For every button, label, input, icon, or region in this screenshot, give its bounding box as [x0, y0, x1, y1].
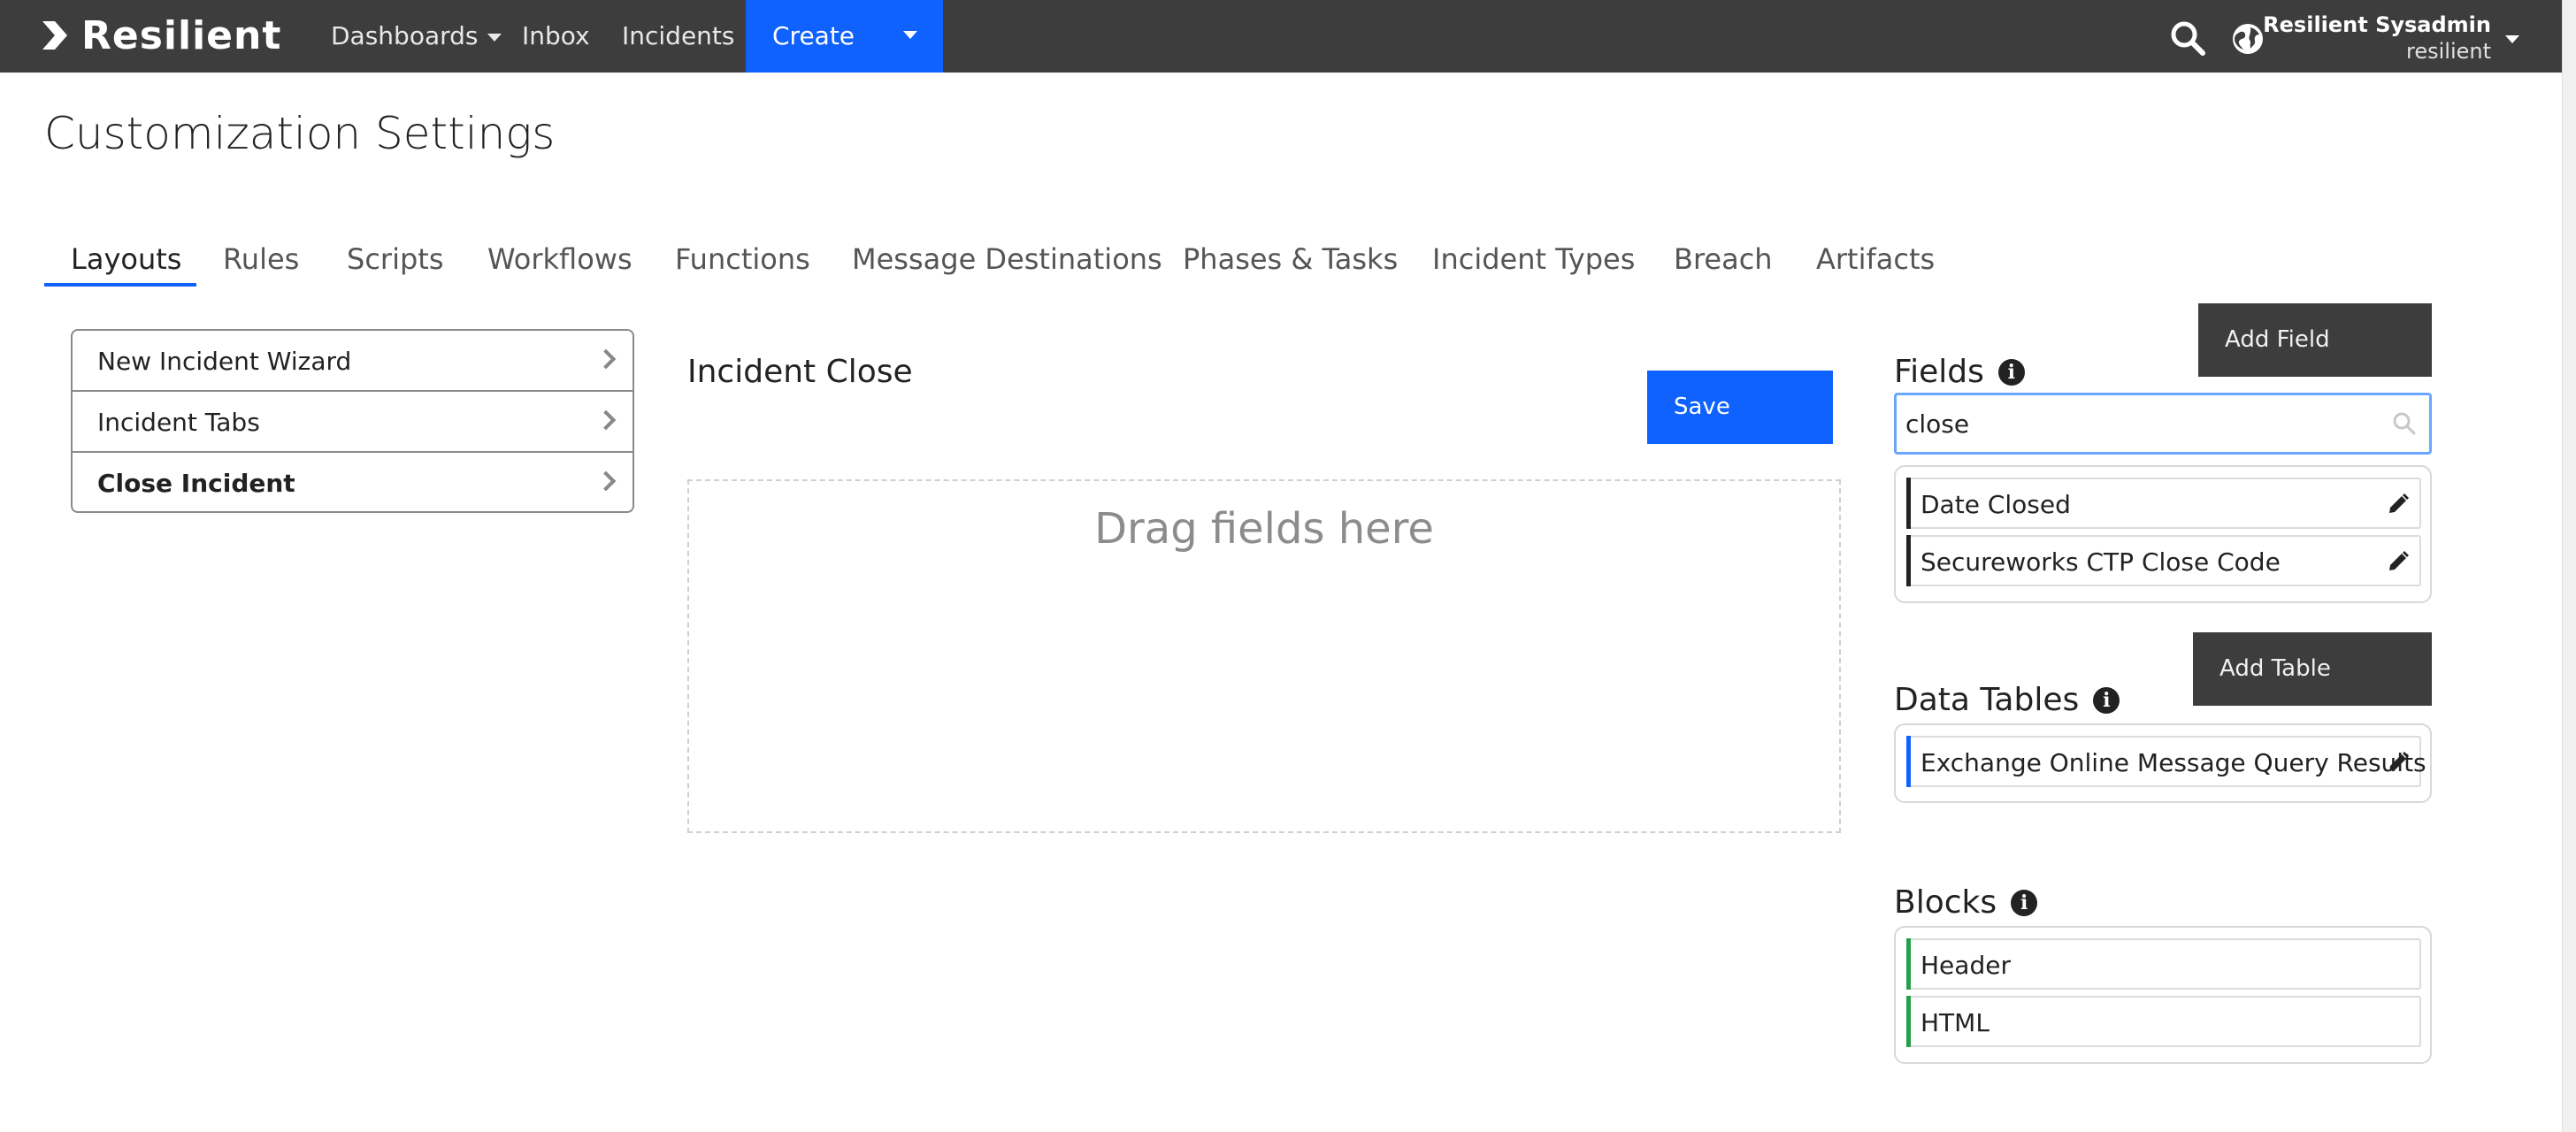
data-tables-list: Exchange Online Message Query Results	[1894, 723, 2432, 803]
nav-incidents[interactable]: Incidents	[622, 0, 735, 73]
tab-message-destinations[interactable]: Message Destinations	[852, 242, 1162, 276]
layout-item-label: New Incident Wizard	[97, 347, 352, 376]
globe-icon[interactable]	[2231, 22, 2265, 56]
field-search[interactable]	[1894, 393, 2432, 455]
add-field-button[interactable]: Add Field	[2198, 303, 2432, 377]
data-tables-title: Data Tables	[1894, 682, 2080, 718]
block-item-header[interactable]: Header	[1906, 938, 2421, 990]
layout-editor-title: Incident Close	[687, 354, 913, 390]
layout-item-label: Incident Tabs	[97, 408, 260, 437]
chevron-right-icon	[595, 470, 617, 492]
tab-incident-types[interactable]: Incident Types	[1432, 242, 1635, 276]
blocks-section-title: Blocks i	[1894, 884, 2038, 921]
layout-item-new-incident-wizard[interactable]: New Incident Wizard	[73, 331, 632, 392]
tab-breach[interactable]: Breach	[1674, 242, 1773, 276]
create-button-label: Create	[772, 21, 855, 50]
chevron-down-icon	[487, 33, 502, 42]
layout-item-close-incident[interactable]: Close Incident	[73, 453, 632, 514]
tab-layouts[interactable]: Layouts	[71, 242, 181, 276]
tab-rules[interactable]: Rules	[223, 242, 299, 276]
table-item-exchange-online[interactable]: Exchange Online Message Query Results	[1906, 736, 2426, 787]
pencil-icon[interactable]	[2386, 750, 2411, 775]
tab-workflows[interactable]: Workflows	[487, 242, 632, 276]
field-type-bar	[1906, 478, 1911, 529]
tab-functions[interactable]: Functions	[675, 242, 810, 276]
chevron-down-icon[interactable]	[903, 31, 917, 39]
user-menu[interactable]: Resilient Sysadmin resilient	[2263, 12, 2491, 64]
save-button-label: Save	[1674, 394, 1730, 420]
nav-dashboards-label: Dashboards	[331, 21, 479, 50]
fields-title: Fields	[1894, 354, 1984, 390]
active-tab-indicator	[44, 283, 196, 287]
chevron-down-icon[interactable]	[2505, 35, 2519, 43]
add-field-label: Add Field	[2225, 326, 2330, 353]
resilient-logo-icon	[42, 21, 67, 50]
add-table-button[interactable]: Add Table	[2193, 632, 2432, 706]
create-button[interactable]: Create	[746, 0, 943, 73]
nav-dashboards[interactable]: Dashboards	[331, 0, 502, 73]
table-type-bar	[1906, 736, 1911, 787]
field-item-label: Date Closed	[1920, 490, 2071, 519]
nav-inbox[interactable]: Inbox	[522, 0, 590, 73]
chevron-right-icon	[595, 409, 617, 431]
save-button[interactable]: Save	[1647, 371, 1833, 444]
blocks-list: Header HTML	[1894, 926, 2432, 1064]
tab-artifacts[interactable]: Artifacts	[1816, 242, 1935, 276]
page-scrollbar[interactable]	[2562, 0, 2576, 1132]
info-icon[interactable]: i	[2011, 889, 2038, 916]
block-type-bar	[1906, 996, 1911, 1047]
field-search-input[interactable]	[1905, 406, 2383, 441]
field-drop-zone[interactable]: Drag fields here	[687, 479, 1841, 833]
resilient-logo[interactable]: Resilient	[42, 12, 281, 58]
search-icon[interactable]	[2169, 19, 2206, 57]
block-item-label: HTML	[1920, 1008, 1990, 1037]
layout-item-label: Close Incident	[97, 469, 295, 498]
top-nav: Resilient Dashboards Inbox Incidents Cre…	[0, 0, 2562, 73]
field-item-date-closed[interactable]: Date Closed	[1906, 478, 2421, 529]
blocks-title: Blocks	[1894, 884, 1997, 921]
fields-section-title: Fields i	[1894, 354, 2025, 390]
fields-list: Date Closed Secureworks CTP Close Code	[1894, 465, 2432, 603]
pencil-icon[interactable]	[2386, 549, 2411, 574]
table-item-label: Exchange Online Message Query Results	[1920, 748, 2426, 777]
tab-phases-tasks[interactable]: Phases & Tasks	[1183, 242, 1398, 276]
add-table-label: Add Table	[2220, 655, 2331, 682]
info-icon[interactable]: i	[2093, 686, 2120, 714]
user-name: Resilient Sysadmin	[2263, 12, 2491, 37]
page-title: Customization Settings	[44, 108, 556, 159]
data-tables-section-title: Data Tables i	[1894, 682, 2120, 718]
brand-name: Resilient	[81, 12, 282, 58]
user-org: resilient	[2406, 39, 2491, 64]
chevron-right-icon	[595, 348, 617, 370]
drop-zone-text: Drag fields here	[1094, 504, 1434, 554]
info-icon[interactable]: i	[1997, 358, 2025, 386]
tab-scripts[interactable]: Scripts	[347, 242, 443, 276]
field-item-label: Secureworks CTP Close Code	[1920, 547, 2281, 577]
block-type-bar	[1906, 938, 1911, 990]
layout-item-incident-tabs[interactable]: Incident Tabs	[73, 392, 632, 453]
pencil-icon[interactable]	[2386, 492, 2411, 516]
field-item-secureworks-ctp-close-code[interactable]: Secureworks CTP Close Code	[1906, 535, 2421, 586]
field-type-bar	[1906, 535, 1911, 586]
layout-list: New Incident Wizard Incident Tabs Close …	[71, 329, 634, 513]
search-icon	[2393, 412, 2416, 435]
block-item-label: Header	[1920, 951, 2011, 980]
block-item-html[interactable]: HTML	[1906, 996, 2421, 1047]
